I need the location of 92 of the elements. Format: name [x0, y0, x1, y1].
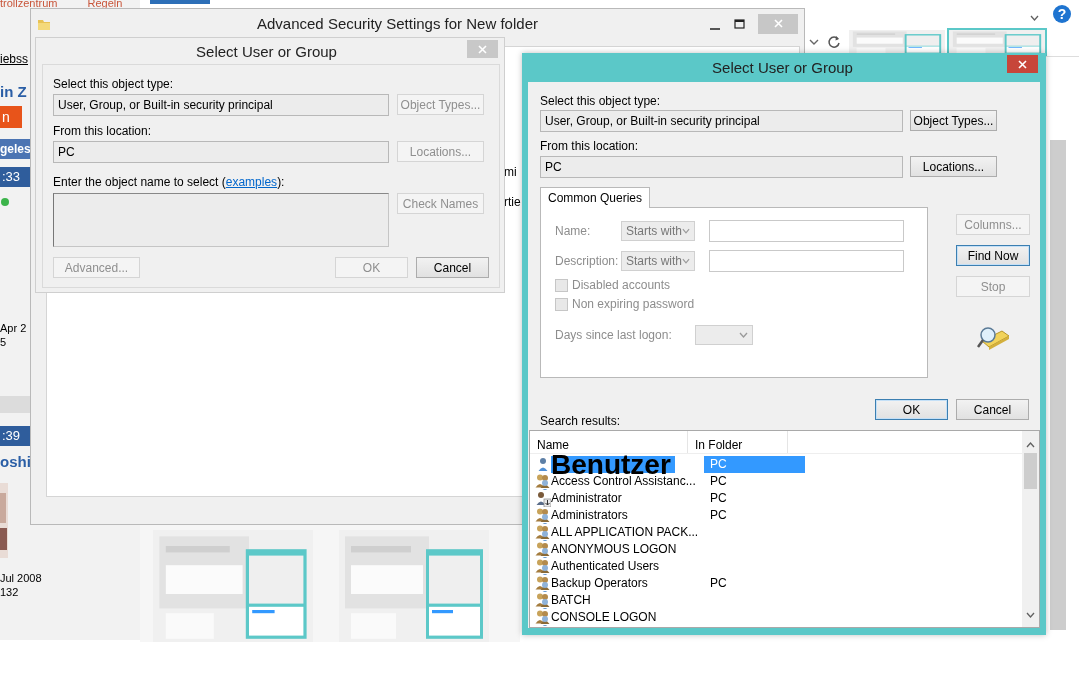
page-link[interactable]: iebss — [0, 52, 28, 66]
row-name[interactable]: Backup Operators — [551, 575, 648, 592]
row-folder: PC — [709, 575, 728, 592]
chevron-icon — [682, 258, 690, 264]
dialog-title: Select User or Group — [195, 42, 338, 60]
ok-button[interactable]: OK — [875, 399, 948, 420]
dialog-title: Select User or Group — [711, 59, 854, 76]
page-heading: in Z — [0, 83, 27, 100]
dropdown-icon — [1030, 15, 1039, 21]
help-icon[interactable]: ? — [1053, 5, 1071, 23]
row-folder: PC — [709, 507, 728, 524]
column-header[interactable]: Name — [530, 431, 688, 453]
group-icon — [535, 592, 551, 609]
row-folder: PC — [709, 473, 728, 490]
object-name-field[interactable] — [53, 193, 389, 247]
page-text: rtie — [504, 195, 521, 209]
object-type-field: User, Group, or Built-in security principal — [53, 94, 389, 116]
group-icon — [535, 507, 551, 524]
minimize-icon — [710, 27, 720, 30]
field-label: Days since last logon: — [555, 328, 673, 342]
page-text: 132 — [0, 586, 19, 598]
row-name[interactable]: Administrators — [551, 507, 628, 524]
cancel-button[interactable]: Cancel — [956, 399, 1029, 420]
close-button[interactable] — [1007, 55, 1038, 73]
page-text: Apr 2 — [0, 322, 27, 334]
page-button[interactable]: n — [0, 106, 22, 128]
row-folder: PC — [709, 490, 728, 507]
group-icon — [535, 473, 551, 490]
row-folder: PC — [704, 456, 805, 473]
row-name[interactable]: Authenticated Users — [551, 558, 660, 575]
row-name[interactable]: Administrator — [551, 490, 622, 507]
checkbox-label: Non expiring password — [572, 297, 696, 311]
row-name[interactable]: Access Control Assistanc... — [551, 473, 696, 490]
days-dropdown[interactable] — [695, 325, 753, 345]
chevron-icon — [682, 228, 690, 234]
description-field[interactable] — [709, 250, 904, 272]
field-label: Select this object type: — [540, 94, 662, 108]
caret-icon[interactable] — [809, 37, 819, 46]
header-bar: geles — [0, 139, 30, 159]
active-tab-bar[interactable] — [150, 0, 210, 4]
group-icon — [535, 541, 551, 558]
browser-tab[interactable]: Regeln — [87, 0, 123, 9]
page-text: Jul 2008 — [0, 572, 42, 584]
refresh-icon[interactable] — [827, 34, 841, 49]
close-icon — [1018, 59, 1027, 69]
field-label: Enter the object name to select (examples): — [53, 175, 286, 189]
field-label: Select this object type: — [53, 77, 175, 91]
group-icon — [535, 524, 551, 541]
search-icon — [976, 325, 1010, 351]
location-field: PC — [53, 141, 389, 163]
scrollbar[interactable] — [1022, 431, 1039, 627]
dialog-button[interactable]: Find Now — [956, 245, 1030, 266]
row-name[interactable]: BATCH — [551, 592, 591, 609]
name-field[interactable] — [709, 220, 904, 242]
column-header[interactable]: In Folder — [688, 431, 788, 453]
window-title: Advanced Security Settings for New folder — [256, 15, 539, 32]
dialog-button[interactable]: Cancel — [416, 257, 489, 278]
row-name[interactable]: Benutzer — [551, 456, 675, 473]
tab[interactable]: Common Queries — [540, 187, 651, 208]
close-icon — [478, 44, 487, 54]
row-name[interactable]: CONSOLE LOGON — [551, 609, 657, 626]
scrollbar[interactable] — [1050, 140, 1066, 630]
field-label: From this location: — [540, 139, 640, 153]
field-label: Name: — [555, 224, 592, 238]
row-name[interactable]: ALL APPLICATION PACK... — [551, 524, 699, 541]
group-icon — [535, 558, 551, 575]
group-icon — [535, 609, 551, 626]
chevron-icon — [739, 332, 748, 338]
field-label: From this location: — [53, 124, 153, 138]
scroll-up-icon — [1026, 442, 1035, 448]
maximize-icon — [733, 18, 745, 29]
location-field: PC — [540, 156, 903, 178]
date-bar: :33 — [0, 167, 30, 187]
checkbox-label: Disabled accounts — [572, 278, 672, 292]
page-text: mi — [504, 165, 517, 179]
close-icon — [773, 19, 783, 28]
page-heading: oshi — [0, 453, 31, 470]
dialog-button[interactable]: Locations... — [910, 156, 997, 177]
divider-band — [0, 396, 30, 413]
scroll-down-icon — [1026, 612, 1035, 618]
results-label: Search results: — [540, 414, 622, 428]
group-icon — [535, 575, 551, 592]
dialog-button[interactable]: Object Types... — [910, 110, 997, 131]
examples-link[interactable]: examples — [225, 175, 278, 189]
object-type-field: User, Group, or Built-in security principal — [540, 110, 903, 132]
row-name[interactable]: ANONYMOUS LOGON — [551, 541, 677, 558]
user-icon — [535, 490, 551, 507]
browser-tab[interactable]: trollzentrum — [0, 0, 58, 9]
field-label: Description: — [555, 254, 620, 268]
page-text: 5 — [0, 336, 7, 348]
scroll-thumb[interactable] — [1024, 453, 1037, 489]
date-bar: :39 — [0, 426, 30, 446]
